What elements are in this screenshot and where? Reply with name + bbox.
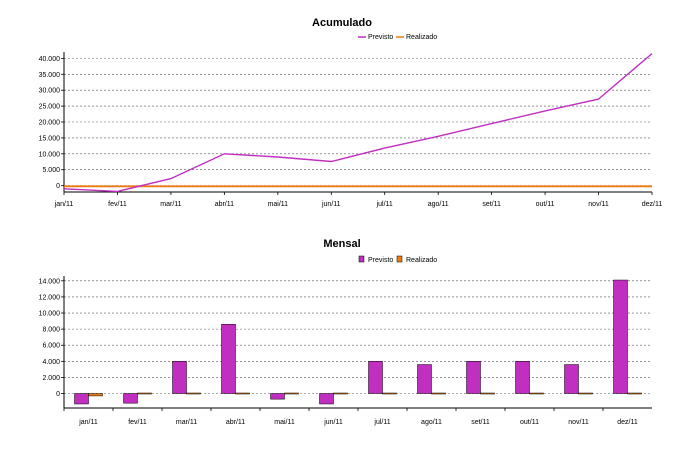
bar-previsto: [221, 324, 236, 394]
y-tick-label: 14.000: [39, 278, 61, 285]
legend-label: Previsto: [368, 257, 393, 264]
x-tick-label: dez/11: [642, 201, 663, 208]
y-tick-label: 8.000: [42, 327, 60, 334]
y-tick-label: 0: [56, 391, 60, 398]
y-tick-label: 6.000: [42, 343, 60, 350]
bar-previsto: [613, 279, 628, 394]
bar-realizado: [235, 392, 250, 395]
bar-previsto: [515, 361, 530, 394]
x-tick-label: mar/11: [160, 201, 181, 208]
x-tick-label: jan/11: [78, 419, 98, 426]
x-tick-label: jun/11: [323, 419, 343, 426]
bar-previsto: [172, 361, 187, 394]
y-tick-label: 10.000: [39, 311, 61, 318]
bar-previsto: [123, 393, 138, 404]
bar-previsto: [368, 361, 383, 394]
x-tick-label: set/11: [471, 419, 490, 426]
legend-swatch: [358, 255, 365, 263]
bar-previsto: [466, 361, 481, 394]
bar-previsto: [417, 364, 432, 394]
x-tick-label: fev/11: [128, 419, 147, 426]
bar-previsto: [564, 364, 579, 394]
y-tick-label: 10.000: [39, 151, 61, 158]
acumulado-chart: Acumulado Previsto Realizado 0 5.000 10.000 15…: [39, 17, 663, 208]
bar-realizado: [88, 393, 103, 397]
x-tick-label: jul/11: [373, 419, 390, 426]
y-tick-label: 12.000: [39, 294, 61, 301]
legend-label: Realizado: [406, 34, 437, 41]
bar-realizado: [480, 392, 495, 395]
bar-realizado: [578, 392, 593, 395]
bar-previsto: [319, 393, 334, 405]
chart-title: Mensal: [323, 238, 360, 250]
bar-realizado: [137, 392, 152, 395]
x-tick-label: abr/11: [226, 419, 245, 426]
y-tick-label: 0: [56, 183, 60, 190]
y-tick-label: 35.000: [39, 72, 61, 79]
y-tick-label: 20.000: [39, 120, 61, 127]
bar-realizado: [529, 392, 544, 395]
bar-realizado: [284, 392, 299, 395]
legend-label: Realizado: [406, 257, 437, 264]
x-tick-label: jun/11: [321, 201, 341, 208]
y-tick-label: 5.000: [42, 167, 60, 174]
y-tick-label: 15.000: [39, 135, 61, 142]
bar-realizado: [431, 392, 446, 395]
charts-canvas: Acumulado Previsto Realizado 0 5.000 10.000 15…: [39, 17, 663, 426]
bar-previsto: [74, 393, 89, 405]
x-tick-label: mar/11: [176, 419, 197, 426]
x-tick-label: jan/11: [54, 201, 74, 208]
y-tick-label: 25.000: [39, 104, 61, 111]
bar-realizado: [186, 392, 201, 395]
legend-swatch: [396, 255, 403, 263]
y-tick-label: 30.000: [39, 88, 61, 95]
x-tick-label: dez/11: [617, 419, 638, 426]
y-tick-label: 40.000: [39, 56, 61, 63]
bar-realizado: [333, 392, 348, 395]
x-tick-label: out/11: [520, 419, 539, 426]
y-tick-label: 4.000: [42, 359, 60, 366]
chart-title: Acumulado: [312, 17, 372, 29]
bar-realizado: [382, 392, 397, 395]
x-tick-label: mai/11: [274, 419, 295, 426]
x-tick-label: ago/11: [421, 419, 442, 426]
bar-previsto: [270, 393, 285, 400]
x-tick-label: abr/11: [215, 201, 234, 208]
x-tick-label: mai/11: [268, 201, 289, 208]
x-tick-label: out/11: [536, 201, 555, 208]
legend-label: Previsto: [368, 34, 393, 41]
y-tick-label: 2.000: [42, 375, 60, 382]
x-tick-label: ago/11: [428, 201, 449, 208]
x-tick-label: nov/11: [568, 419, 589, 426]
mensal-chart: Mensal Previsto Realizado 0 2.000 4.000 6.000 8…: [39, 238, 652, 426]
x-tick-label: set/11: [482, 201, 501, 208]
x-tick-label: nov/11: [588, 201, 609, 208]
x-tick-label: jul/11: [376, 201, 393, 208]
x-tick-label: fev/11: [108, 201, 127, 208]
bar-realizado: [627, 392, 642, 395]
